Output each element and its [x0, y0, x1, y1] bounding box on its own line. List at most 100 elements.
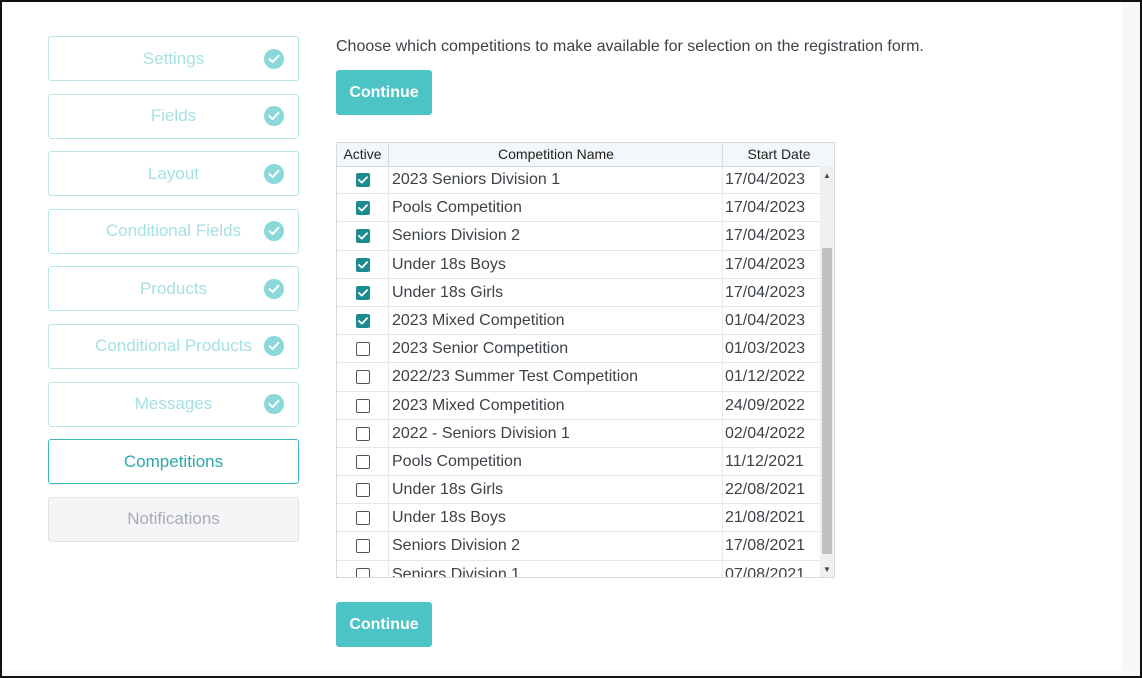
- active-cell: [337, 307, 388, 335]
- start-date-cell: 11/12/2021: [722, 447, 820, 476]
- table-scrollbar[interactable]: ▲ ▼: [820, 166, 834, 577]
- sidebar-item-conditional-products[interactable]: Conditional Products: [48, 323, 299, 369]
- right-gutter: [1122, 2, 1140, 676]
- check-circle-icon: [264, 221, 284, 242]
- table-row[interactable]: 2023 Mixed Competition 24/09/2022: [337, 391, 820, 420]
- sidebar-item-label: Fields: [150, 106, 197, 126]
- active-cell: [337, 504, 388, 532]
- start-date-cell: 01/12/2022: [722, 363, 820, 392]
- start-date-cell: 17/08/2021: [722, 532, 820, 561]
- sidebar-item-fields[interactable]: Fields: [48, 93, 299, 139]
- table-row[interactable]: Under 18s Boys 17/04/2023: [337, 250, 820, 279]
- active-checkbox[interactable]: [355, 511, 370, 526]
- check-circle-icon: [264, 278, 284, 299]
- active-cell: [337, 532, 388, 560]
- table-row[interactable]: Seniors Division 1 07/08/2021: [337, 560, 820, 577]
- active-checkbox-checked[interactable]: [355, 285, 370, 300]
- active-cell: [337, 420, 388, 448]
- column-header-active[interactable]: Active: [337, 143, 388, 166]
- sidebar-item-label: Conditional Fields: [105, 221, 242, 241]
- table-body: 2023 Seniors Division 1 17/04/2023 Pools C…: [337, 166, 820, 577]
- table-row[interactable]: 2022 - Seniors Division 1 02/04/2022: [337, 419, 820, 448]
- active-checkbox-checked[interactable]: [355, 201, 370, 216]
- active-checkbox[interactable]: [355, 454, 370, 469]
- active-checkbox[interactable]: [355, 483, 370, 498]
- table-row[interactable]: Under 18s Boys 21/08/2021: [337, 504, 820, 533]
- table-row[interactable]: Seniors Division 2 17/08/2021: [337, 532, 820, 561]
- wizard-steps-nav: Settings Fields Layout Conditional Fields Pr…: [48, 36, 299, 554]
- start-date-cell: 01/03/2023: [722, 335, 820, 364]
- table-header: Active Competition Name Start Date: [337, 143, 834, 167]
- table-row[interactable]: 2023 Seniors Division 1 17/04/2023: [337, 166, 820, 195]
- active-checkbox-checked[interactable]: [355, 229, 370, 244]
- active-checkbox-checked[interactable]: [355, 313, 370, 328]
- table-row[interactable]: 2023 Mixed Competition 01/04/2023: [337, 306, 820, 336]
- start-date-cell: 17/04/2023: [722, 278, 820, 307]
- sidebar-item-conditional-fields[interactable]: Conditional Fields: [48, 208, 299, 254]
- competition-name-cell: Pools Competition: [388, 194, 722, 223]
- table-row[interactable]: 2022/23 Summer Test Competition 01/12/202…: [337, 363, 820, 392]
- active-cell: [337, 194, 388, 222]
- active-checkbox[interactable]: [355, 370, 370, 385]
- sidebar-item-label: Products: [139, 278, 208, 298]
- start-date-cell: 21/08/2021: [722, 504, 820, 533]
- competition-name-cell: Under 18s Boys: [388, 250, 722, 279]
- active-cell: [337, 222, 388, 250]
- competition-name-cell: Seniors Division 2: [388, 532, 722, 561]
- triangle-down-icon[interactable]: ▼: [820, 562, 834, 576]
- scroll-thumb[interactable]: [822, 248, 832, 554]
- start-date-cell: 17/04/2023: [722, 222, 820, 251]
- check-icon: [357, 204, 368, 212]
- competition-name-cell: 2023 Mixed Competition: [388, 306, 722, 335]
- sidebar-item-label: Conditional Products: [95, 336, 252, 356]
- competition-name-cell: 2023 Seniors Division 1: [388, 166, 722, 194]
- column-header-competition-name[interactable]: Competition Name: [388, 143, 723, 166]
- column-header-start-date[interactable]: Start Date: [722, 143, 834, 166]
- table-row[interactable]: 2023 Senior Competition 01/03/2023: [337, 335, 820, 364]
- table-row[interactable]: Pools Competition 11/12/2021: [337, 447, 820, 477]
- active-checkbox[interactable]: [355, 398, 370, 413]
- active-cell: [337, 335, 388, 363]
- sidebar-item-layout[interactable]: Layout: [48, 151, 299, 197]
- sidebar-item-label: Settings: [142, 48, 205, 68]
- sidebar-item-products[interactable]: Products: [48, 266, 299, 312]
- sidebar-item-messages[interactable]: Messages: [48, 381, 299, 427]
- check-icon: [357, 289, 368, 297]
- competition-name-cell: 2022 - Seniors Division 1: [388, 419, 722, 448]
- check-icon: [357, 317, 368, 325]
- active-checkbox[interactable]: [355, 426, 370, 441]
- active-checkbox-checked[interactable]: [355, 173, 370, 187]
- competition-name-cell: 2022/23 Summer Test Competition: [388, 363, 722, 392]
- bottom-gutter: [2, 670, 1140, 676]
- active-checkbox[interactable]: [355, 539, 370, 554]
- active-cell: [337, 476, 388, 504]
- sidebar-item-settings[interactable]: Settings: [48, 36, 299, 81]
- competition-name-cell: Under 18s Girls: [388, 476, 722, 505]
- active-cell: [337, 363, 388, 391]
- triangle-up-icon[interactable]: ▲: [820, 168, 834, 182]
- sidebar-item-notifications[interactable]: Notifications: [48, 496, 299, 542]
- table-row[interactable]: Under 18s Girls 22/08/2021: [337, 476, 820, 505]
- check-icon: [357, 176, 368, 184]
- active-cell: [337, 279, 388, 307]
- competition-name-cell: Seniors Division 1: [388, 560, 722, 577]
- active-checkbox-checked[interactable]: [355, 257, 370, 272]
- active-cell: [337, 166, 388, 194]
- start-date-cell: 17/04/2023: [722, 250, 820, 279]
- sidebar-item-competitions[interactable]: Competitions: [48, 439, 299, 485]
- start-date-cell: 01/04/2023: [722, 306, 820, 335]
- table-row[interactable]: Seniors Division 2 17/04/2023: [337, 222, 820, 251]
- active-checkbox[interactable]: [355, 567, 370, 577]
- table-row[interactable]: Pools Competition 17/04/2023: [337, 194, 820, 223]
- active-cell: [337, 448, 388, 476]
- continue-button-bottom[interactable]: Continue: [336, 602, 432, 647]
- continue-button-top[interactable]: Continue: [336, 70, 432, 115]
- active-checkbox[interactable]: [355, 342, 370, 357]
- table-row[interactable]: Under 18s Girls 17/04/2023: [337, 278, 820, 307]
- check-circle-icon: [264, 48, 284, 69]
- start-date-cell: 02/04/2022: [722, 419, 820, 448]
- start-date-cell: 17/04/2023: [722, 166, 820, 194]
- check-icon: [357, 260, 368, 269]
- competition-name-cell: Under 18s Girls: [388, 278, 722, 307]
- competition-name-cell: 2023 Mixed Competition: [388, 391, 722, 420]
